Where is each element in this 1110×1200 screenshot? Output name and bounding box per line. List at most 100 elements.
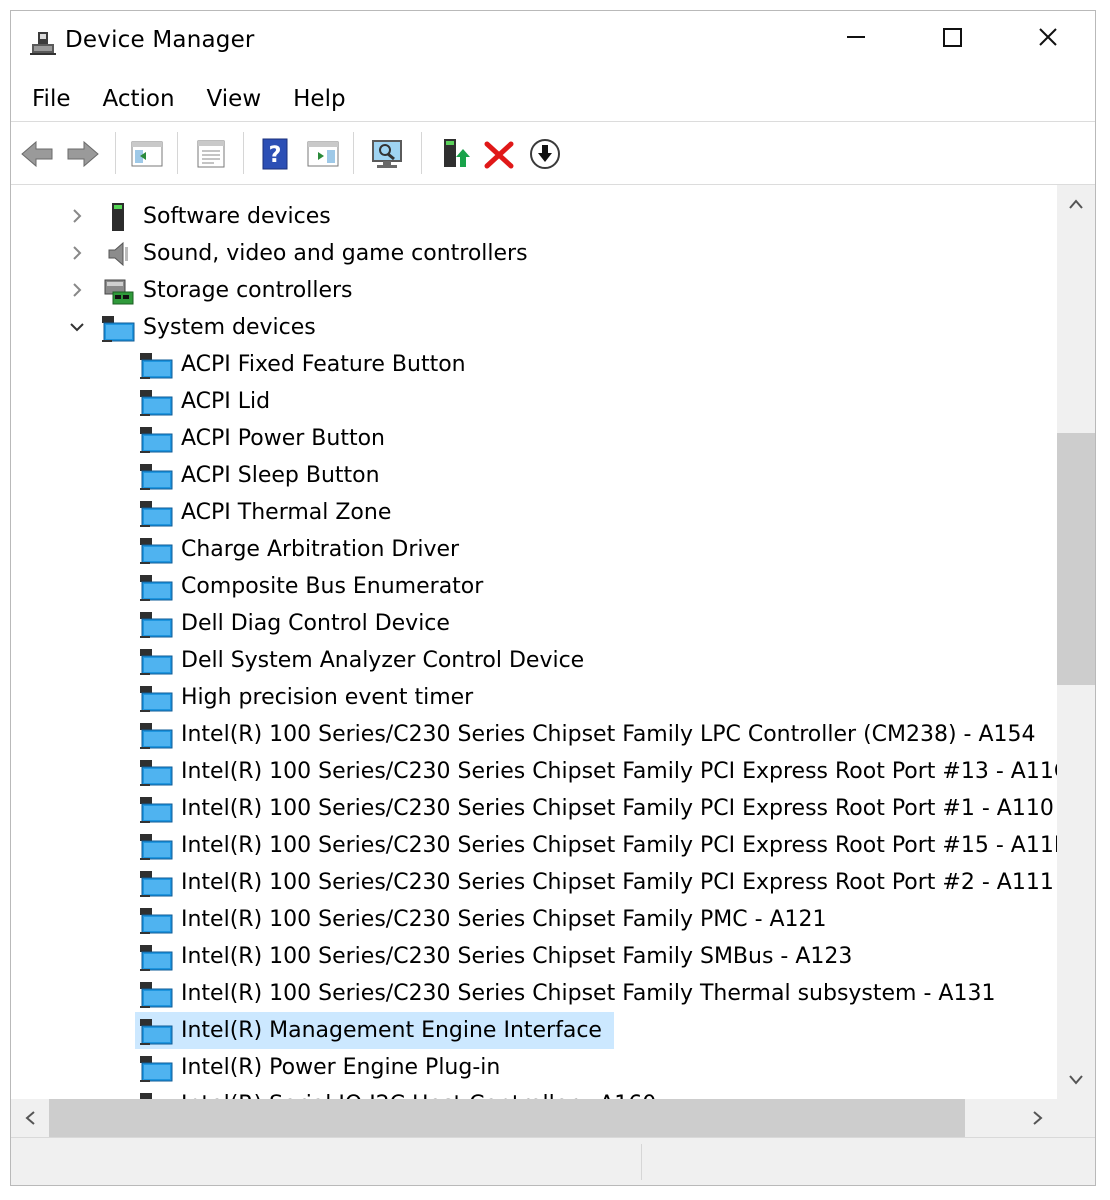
expand-toggle[interactable]: [69, 208, 85, 224]
device-label: Intel(R) 100 Series/C230 Series Chipset …: [181, 796, 1054, 821]
category-system-devices[interactable]: System devices: [101, 309, 316, 346]
toolbar-separator: [243, 132, 244, 174]
software-device-icon: [112, 202, 124, 231]
device-label: ACPI Lid: [181, 389, 271, 414]
category-software-devices[interactable]: Software devices: [101, 198, 331, 235]
device-label: Charge Arbitration Driver: [181, 537, 460, 562]
expand-toggle[interactable]: [69, 319, 85, 335]
scan-hardware-button[interactable]: [369, 136, 405, 172]
system-device-icon: [140, 870, 173, 897]
minimize-button[interactable]: [808, 11, 904, 63]
chevron-down-icon: [1069, 1075, 1083, 1085]
expand-toggle[interactable]: [69, 282, 85, 298]
uninstall-device-button[interactable]: [481, 136, 517, 172]
device-item[interactable]: Intel(R) Power Engine Plug-in: [135, 1049, 512, 1086]
system-device-icon: [140, 685, 173, 712]
device-item[interactable]: Intel(R) Serial IO I2C Host Controller -…: [135, 1086, 668, 1099]
device-label: Intel(R) 100 Series/C230 Series Chipset …: [181, 870, 1054, 895]
category-label: Sound, video and game controllers: [143, 241, 528, 266]
horizontal-scrollbar[interactable]: [11, 1099, 1057, 1137]
scroll-down-button[interactable]: [1057, 1061, 1095, 1099]
device-item[interactable]: Intel(R) 100 Series/C230 Series Chipset …: [135, 716, 1048, 753]
device-item[interactable]: Intel(R) 100 Series/C230 Series Chipset …: [135, 753, 1057, 790]
device-item[interactable]: High precision event timer: [135, 679, 485, 716]
device-label: Intel(R) 100 Series/C230 Series Chipset …: [181, 833, 1057, 858]
menu-view[interactable]: View: [191, 77, 278, 121]
device-label: Intel(R) 100 Series/C230 Series Chipset …: [181, 944, 853, 969]
system-device-icon: [140, 722, 173, 749]
device-item-selected[interactable]: Intel(R) Management Engine Interface: [135, 1012, 614, 1049]
device-item[interactable]: ACPI Power Button: [135, 420, 397, 457]
device-label: Intel(R) Management Engine Interface: [181, 1018, 602, 1043]
category-label: Storage controllers: [143, 278, 353, 303]
device-label: ACPI Thermal Zone: [181, 500, 392, 525]
device-manager-window: Device Manager File Action View Help ? S…: [10, 10, 1096, 1186]
category-storage-controllers[interactable]: Storage controllers: [101, 272, 352, 309]
horizontal-scroll-thumb[interactable]: [49, 1099, 965, 1137]
device-label: Dell System Analyzer Control Device: [181, 648, 585, 673]
vertical-scrollbar[interactable]: [1057, 185, 1095, 1099]
device-label: ACPI Sleep Button: [181, 463, 380, 488]
chevron-left-icon: [25, 1111, 35, 1125]
category-sound-video-and-game-controllers[interactable]: Sound, video and game controllers: [101, 235, 528, 272]
system-device-icon: [140, 500, 173, 527]
maximize-icon: [942, 27, 962, 47]
enable-device-button[interactable]: [527, 136, 563, 172]
device-item[interactable]: Intel(R) 100 Series/C230 Series Chipset …: [135, 975, 1007, 1012]
enable-device-icon: [530, 139, 560, 169]
title-bar[interactable]: Device Manager: [11, 11, 1095, 75]
properties-button[interactable]: [193, 136, 229, 172]
toolbar-separator: [115, 132, 116, 174]
toolbar-separator: [421, 132, 422, 174]
vertical-scroll-thumb[interactable]: [1057, 433, 1095, 685]
system-device-icon: [102, 315, 135, 342]
chevron-right-icon[interactable]: [69, 208, 85, 224]
expand-toggle[interactable]: [69, 245, 85, 261]
device-label: Intel(R) Power Engine Plug-in: [181, 1055, 501, 1080]
chevron-down-icon[interactable]: [69, 319, 85, 335]
scroll-right-button[interactable]: [1019, 1099, 1057, 1137]
toolbar: ?: [11, 121, 1095, 185]
device-label: Dell Diag Control Device: [181, 611, 450, 636]
chevron-right-icon[interactable]: [69, 282, 85, 298]
device-item[interactable]: Intel(R) 100 Series/C230 Series Chipset …: [135, 827, 1057, 864]
scrollbar-corner: [1057, 1099, 1095, 1137]
scan-hardware-icon: [372, 140, 402, 168]
device-item[interactable]: Dell System Analyzer Control Device: [135, 642, 596, 679]
close-button[interactable]: [1000, 11, 1095, 63]
device-item[interactable]: Intel(R) 100 Series/C230 Series Chipset …: [135, 901, 839, 938]
device-item[interactable]: Intel(R) 100 Series/C230 Series Chipset …: [135, 938, 864, 975]
device-item[interactable]: ACPI Thermal Zone: [135, 494, 403, 531]
device-item[interactable]: ACPI Sleep Button: [135, 457, 392, 494]
update-driver-button[interactable]: [435, 136, 471, 172]
svg-text:?: ?: [269, 143, 282, 168]
device-item[interactable]: Dell Diag Control Device: [135, 605, 462, 642]
device-item[interactable]: ACPI Lid: [135, 383, 282, 420]
back-button[interactable]: [19, 136, 55, 172]
device-manager-icon: [30, 32, 56, 55]
system-device-icon: [140, 759, 173, 786]
forward-button[interactable]: [65, 136, 101, 172]
scroll-left-button[interactable]: [11, 1099, 49, 1137]
uninstall-device-icon: [484, 141, 514, 169]
device-item[interactable]: Intel(R) 100 Series/C230 Series Chipset …: [135, 790, 1057, 827]
show-hide-console-tree-button[interactable]: [129, 136, 165, 172]
menu-help[interactable]: Help: [277, 77, 361, 121]
action-pane-button[interactable]: [305, 136, 341, 172]
menu-file[interactable]: File: [11, 77, 87, 121]
maximize-button[interactable]: [904, 11, 1000, 63]
device-item[interactable]: Charge Arbitration Driver: [135, 531, 471, 568]
help-button[interactable]: ?: [257, 136, 293, 172]
device-tree[interactable]: Software devices Sound, video and game co…: [13, 185, 1057, 1099]
menu-bar: File Action View Help: [11, 77, 1095, 121]
menu-action[interactable]: Action: [87, 77, 191, 121]
system-device-icon: [140, 389, 173, 416]
system-device-icon: [140, 907, 173, 934]
chevron-right-icon[interactable]: [69, 245, 85, 261]
scroll-up-button[interactable]: [1057, 185, 1095, 223]
device-item[interactable]: ACPI Fixed Feature Button: [135, 346, 478, 383]
device-item[interactable]: Intel(R) 100 Series/C230 Series Chipset …: [135, 864, 1057, 901]
device-item[interactable]: Composite Bus Enumerator: [135, 568, 495, 605]
status-divider: [641, 1144, 642, 1180]
device-label: Intel(R) 100 Series/C230 Series Chipset …: [181, 981, 996, 1006]
